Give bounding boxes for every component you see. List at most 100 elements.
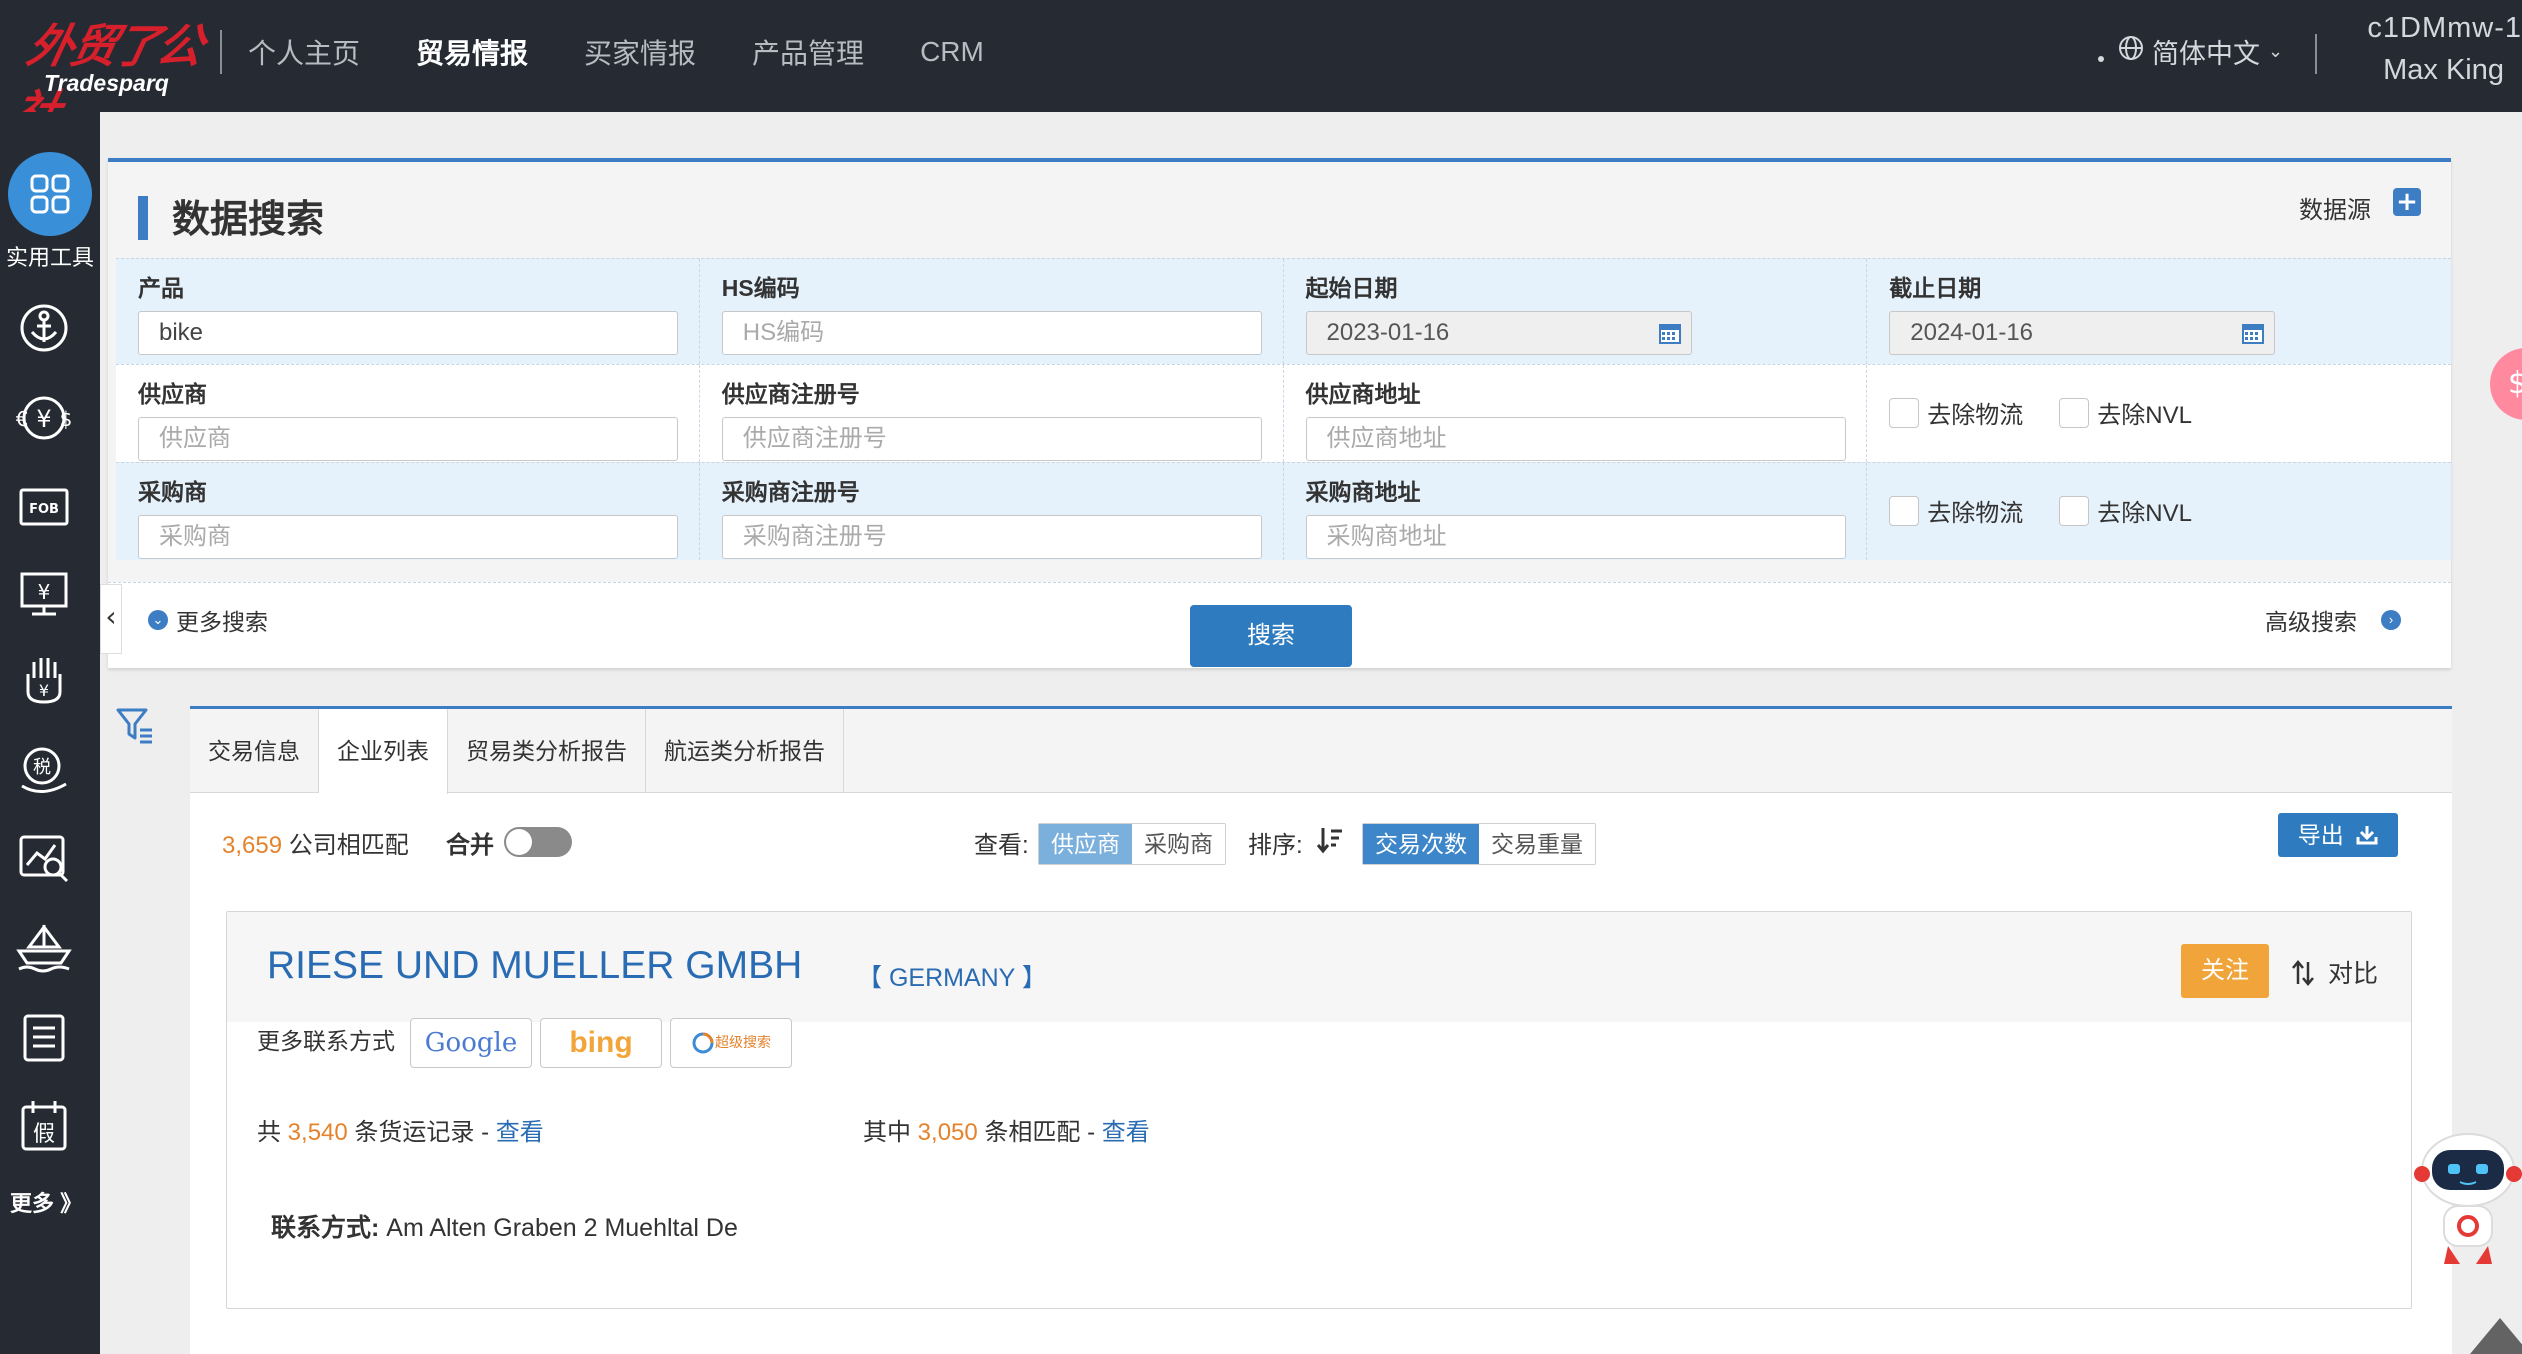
remove-logistics-checkbox[interactable] [1889, 495, 1920, 526]
remove-nvl-checkbox[interactable] [2059, 495, 2090, 526]
google-search-button[interactable]: Google [410, 1018, 532, 1068]
supplier-addr-label: 供应商地址 [1305, 381, 1421, 407]
tab-company-list[interactable]: 企业列表 [319, 709, 448, 794]
product-cell: 产品 bike [116, 259, 700, 364]
supplier-reg-input[interactable]: 供应商注册号 [721, 417, 1262, 461]
collapse-sidebar-arrow[interactable]: ‹ [100, 584, 122, 654]
chevron-right-circle-icon: › [2381, 610, 2401, 630]
fob-icon-text: FOB [29, 502, 59, 517]
search-button[interactable]: 搜索 [1190, 605, 1352, 667]
super-search-text: 超级搜索 [715, 1035, 771, 1051]
svg-text:¥: ¥ [36, 405, 51, 433]
nav-buyer-intel[interactable]: 买家情报 [584, 32, 696, 72]
form-row-2: 供应商 供应商 供应商注册号 供应商注册号 供应商地址 供应商地址 去除物流 去… [116, 364, 2451, 462]
price-monitor-icon[interactable]: ¥ [14, 564, 74, 624]
more-contact-label: 更多联系方式 [257, 1028, 395, 1054]
sort-by-weight-button[interactable]: 交易重量 [1479, 824, 1595, 864]
advanced-search-link[interactable]: 高级搜索 › [2265, 603, 2401, 637]
user-id[interactable]: c1DMmw-1 [2367, 12, 2522, 45]
bing-search-button[interactable]: bing [540, 1018, 662, 1068]
buyer-reg-input[interactable]: 采购商注册号 [721, 515, 1262, 559]
document-icon[interactable] [14, 1008, 74, 1068]
tab-shipping-report[interactable]: 航运类分析报告 [646, 709, 844, 793]
sidebar-tools[interactable]: 实用工具 [0, 152, 100, 272]
compare-label: 对比 [2327, 960, 2378, 988]
more-search-toggle[interactable]: ⌄ 更多搜索 [148, 603, 268, 637]
svg-text:$: $ [60, 407, 72, 431]
buyer-addr-label: 采购商地址 [1305, 479, 1421, 505]
ship-icon[interactable] [14, 918, 74, 978]
language-selector[interactable]: 简体中文 ⌄ [2118, 32, 2283, 71]
buyer-input[interactable]: 采购商 [138, 515, 678, 559]
hand-yuan-icon[interactable]: ¥ [14, 650, 74, 710]
chevron-down-icon: ⌄ [2268, 41, 2284, 61]
search-form: 产品 bike HS编码 HS编码 起始日期 2023-01-16 截止日期 2… [116, 258, 2451, 560]
remove-logistics-checkbox[interactable] [1889, 397, 1920, 428]
nav-personal-home[interactable]: 个人主页 [248, 32, 360, 72]
sort-by-count-button[interactable]: 交易次数 [1363, 824, 1479, 864]
holiday-calendar-icon[interactable]: 假 [14, 1096, 74, 1156]
supplier-input[interactable]: 供应商 [138, 417, 678, 461]
supplier-cell: 供应商 供应商 [116, 365, 700, 462]
tab-transactions[interactable]: 交易信息 [190, 709, 319, 793]
sort-desc-icon[interactable] [1316, 825, 1344, 855]
svg-text:¥: ¥ [39, 681, 49, 700]
calendar-icon[interactable] [2240, 320, 2266, 346]
view-total-link[interactable]: 查看 [496, 1119, 544, 1146]
super-search-button[interactable]: 超级搜索 [670, 1018, 792, 1068]
calendar-icon[interactable] [1657, 320, 1683, 346]
decor-dot [2098, 56, 2104, 62]
hs-code-input[interactable]: HS编码 [721, 311, 1262, 355]
export-button[interactable]: 导出 [2278, 813, 2398, 857]
tab-trade-report[interactable]: 贸易类分析报告 [448, 709, 646, 793]
remove-nvl-label: 去除NVL [2097, 500, 2192, 527]
follow-button[interactable]: 关注 [2181, 944, 2269, 998]
product-label: 产品 [138, 275, 184, 301]
buyer-addr-input[interactable]: 采购商地址 [1305, 515, 1846, 559]
currency-exchange-icon[interactable]: ¥ € $ [14, 388, 74, 448]
nav-trade-intel[interactable]: 贸易情报 [416, 32, 528, 72]
remove-logistics-label: 去除物流 [1927, 402, 2024, 429]
form-row-1: 产品 bike HS编码 HS编码 起始日期 2023-01-16 截止日期 2… [116, 258, 2451, 364]
fob-icon[interactable]: FOB [14, 478, 74, 538]
scroll-top-icon[interactable] [2470, 1318, 2522, 1354]
advanced-search-label: 高级搜索 [2265, 609, 2357, 635]
sidebar-more[interactable]: 更多 》 [10, 1186, 82, 1218]
svg-text:¥: ¥ [38, 580, 51, 604]
view-supplier-button[interactable]: 供应商 [1039, 824, 1132, 864]
product-input[interactable]: bike [138, 311, 678, 355]
sidebar-tools-label: 实用工具 [5, 245, 94, 270]
chart-search-icon[interactable] [14, 828, 74, 888]
total-suffix: 条货运记录 - [347, 1119, 496, 1146]
view-matched-link[interactable]: 查看 [1102, 1119, 1150, 1146]
end-date-input[interactable]: 2024-01-16 [1889, 311, 2276, 355]
nav-product-mgmt[interactable]: 产品管理 [752, 32, 864, 72]
tradesparq-logo[interactable]: 外贸了公社 Tradesparq [9, 2, 207, 139]
filter-icon[interactable] [114, 704, 158, 748]
company-name-link[interactable]: RIESE UND MUELLER GMBH [267, 944, 802, 988]
user-name[interactable]: Max King [2383, 54, 2504, 87]
remove-nvl-checkbox[interactable] [2059, 397, 2090, 428]
plus-icon[interactable]: + [2393, 188, 2421, 216]
merge-toggle[interactable] [504, 827, 572, 857]
start-date-input[interactable]: 2023-01-16 [1305, 311, 1692, 355]
nav-crm[interactable]: CRM [920, 36, 984, 68]
compare-button[interactable]: 对比 [2291, 954, 2378, 990]
tax-icon[interactable]: 税 [14, 740, 74, 800]
supplier-addr-input[interactable]: 供应商地址 [1305, 417, 1846, 461]
match-count-suffix: 公司相匹配 [282, 832, 409, 859]
contact-info: 联系方式: Am Alten Graben 2 Muehltal De [271, 1208, 738, 1244]
view-label: 查看: [974, 832, 1029, 859]
hs-code-label: HS编码 [721, 275, 800, 301]
hs-code-cell: HS编码 HS编码 [700, 259, 1284, 364]
download-icon [2356, 826, 2378, 845]
datasource-label[interactable]: 数据源 [2299, 190, 2371, 225]
globe-icon [2118, 35, 2144, 68]
assistant-robot-icon[interactable] [2414, 1130, 2522, 1270]
anchor-icon[interactable] [14, 298, 74, 358]
view-buyer-button[interactable]: 采购商 [1132, 824, 1225, 864]
buyer-addr-cell: 采购商地址 采购商地址 [1284, 463, 1868, 560]
sort-label: 排序: [1248, 832, 1303, 859]
side-service-tab[interactable]: $ [2490, 348, 2522, 420]
panel-title: 数据搜索 [172, 199, 325, 241]
